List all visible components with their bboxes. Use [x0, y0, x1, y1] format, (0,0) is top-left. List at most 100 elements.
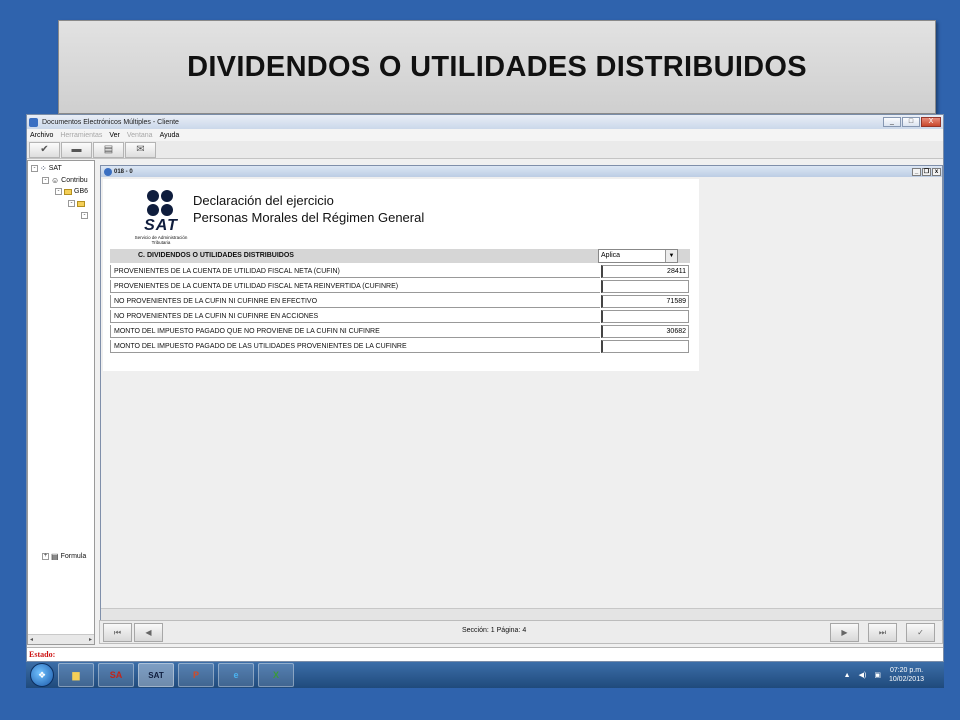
child-window-controls: _ ❐ x [912, 167, 941, 176]
aplica-select[interactable]: Aplica ▼ [598, 249, 678, 263]
tree-item-formularios[interactable]: + ▤ Formula [42, 552, 86, 561]
user-icon: ☺ [51, 176, 60, 185]
row-label: MONTO DEL IMPUESTO PAGADO QUE NO PROVIEN… [110, 325, 600, 338]
collapse-icon[interactable]: - [55, 188, 62, 195]
slide-title: DIVIDENDOS O UTILIDADES DISTRIBUIDOS [187, 50, 807, 83]
taskbar-explorer[interactable]: ▆ [58, 663, 94, 687]
first-page-button[interactable]: ⏮ [103, 623, 132, 642]
app-icon [29, 117, 38, 127]
checkmark-icon: ✓ [917, 628, 924, 637]
sat-app-icon: SAT [148, 670, 164, 680]
network-icon[interactable]: ▣ [874, 671, 881, 679]
toolbar: ✔ ▬ ▤ ✉ [27, 141, 943, 159]
printer-icon: ▬ [71, 144, 82, 155]
form-row: MONTO DEL IMPUESTO PAGADO DE LAS UTILIDA… [110, 340, 690, 355]
app-window: Documentos Electrónicos Múltiples - Clie… [26, 114, 944, 662]
form-row: PROVENIENTES DE LA CUENTA DE UTILIDAD FI… [110, 280, 690, 295]
tree-item-sat[interactable]: - ⁘ SAT [31, 164, 62, 173]
next-page-button[interactable]: ▶ [830, 623, 859, 642]
menu-ayuda[interactable]: Ayuda [160, 132, 180, 139]
start-button[interactable]: ❖ [30, 663, 54, 687]
expand-icon[interactable]: + [42, 553, 49, 560]
form-row: PROVENIENTES DE LA CUENTA DE UTILIDAD FI… [110, 265, 690, 280]
value-field-acciones[interactable] [601, 310, 689, 323]
maximize-button[interactable]: □ [902, 117, 920, 127]
form-icon: ▤ [51, 552, 59, 561]
validate-button[interactable]: ✔ [29, 141, 60, 158]
child-titlebar[interactable]: 018 - 0 _ ❐ x [101, 166, 942, 177]
menu-ver[interactable]: Ver [109, 132, 120, 139]
taskbar-sa-app[interactable]: SA [98, 663, 134, 687]
collapse-icon[interactable]: - [31, 165, 38, 172]
document-icon: ▤ [103, 144, 114, 155]
last-page-button[interactable]: ⏭ [868, 623, 897, 642]
menu-archivo[interactable]: Archivo [30, 132, 53, 139]
taskbar-sat-app[interactable]: SAT [138, 663, 174, 687]
child-close-button[interactable]: x [932, 167, 941, 176]
child-restore-button[interactable]: ❐ [922, 167, 931, 176]
slide-title-banner: DIVIDENDOS O UTILIDADES DISTRIBUIDOS [58, 20, 936, 114]
collapse-icon[interactable]: - [81, 212, 88, 219]
checkmark-icon: ✔ [40, 144, 49, 155]
page-navigation-bar: ⏮ ◀ Sección: 1 Página: 4 ▶ ⏭ ✓ [99, 620, 943, 644]
window-controls: _ □ X [883, 117, 941, 127]
sat-node-icon: ⁘ [40, 164, 47, 173]
internet-explorer-icon: e [233, 670, 239, 680]
folder-icon [77, 200, 85, 207]
declaration-window: 018 - 0 _ ❐ x SAT Servicio de Administra… [100, 165, 943, 621]
tree-item-gb6[interactable]: - GB6 [55, 188, 88, 195]
show-hidden-icons-icon[interactable]: ▲ [844, 672, 851, 679]
app-titlebar[interactable]: Documentos Electrónicos Múltiples - Clie… [27, 115, 943, 129]
first-page-icon: ⏮ [113, 628, 122, 637]
aplica-select-value: Aplica [601, 252, 621, 259]
menu-herramientas: Herramientas [60, 131, 103, 139]
taskbar-internet-explorer[interactable]: e [218, 663, 254, 687]
scroll-right-icon[interactable]: ▸ [89, 636, 92, 643]
tree-item-contribuyente[interactable]: - ☺ Contribu [42, 176, 88, 185]
taskbar-powerpoint[interactable]: P [178, 663, 214, 687]
value-field-impuesto-no-cufin[interactable]: 30682 [601, 325, 689, 338]
section-page-indicator: Sección: 1 Página: 4 [462, 627, 527, 634]
row-label: MONTO DEL IMPUESTO PAGADO DE LAS UTILIDA… [110, 340, 600, 353]
previous-page-button[interactable]: ◀ [134, 623, 163, 642]
value-field-cufin[interactable]: 28411 [601, 265, 689, 278]
value-field-impuesto-cufinre[interactable] [601, 340, 689, 353]
document-button[interactable]: ▤ [93, 141, 124, 158]
system-tray: ▲ ◀) ▣ 07:20 p.m. 10/02/2013 [844, 666, 944, 684]
sat-logo-dots-icon [147, 190, 193, 216]
declaration-heading: Declaración del ejercicio Personas Moral… [193, 192, 424, 226]
value-field-cufinre[interactable] [601, 280, 689, 293]
print-button[interactable]: ▬ [61, 141, 92, 158]
system-clock[interactable]: 07:20 p.m. 10/02/2013 [889, 666, 924, 684]
tree-item-label: Formula [60, 553, 87, 560]
tree-scrollbar[interactable]: ◂ ▸ [28, 634, 94, 644]
folder-icon [64, 188, 72, 195]
collapse-icon[interactable]: - [68, 200, 75, 207]
declaration-heading-line2: Personas Morales del Régimen General [193, 210, 425, 225]
row-label: PROVENIENTES DE LA CUENTA DE UTILIDAD FI… [110, 265, 600, 278]
tree-item-document[interactable]: - [81, 212, 88, 219]
menu-bar: Archivo Herramientas Ver Ventana Ayuda [27, 129, 943, 141]
row-label: NO PROVENIENTES DE LA CUFIN NI CUFINRE E… [110, 310, 600, 323]
excel-icon: X [272, 670, 279, 680]
app-title: Documentos Electrónicos Múltiples - Clie… [42, 118, 179, 126]
tree-item-label: GB6 [74, 188, 89, 195]
finish-button[interactable]: ✓ [906, 623, 935, 642]
collapse-icon[interactable]: - [42, 177, 49, 184]
scroll-left-icon[interactable]: ◂ [30, 636, 33, 643]
value-field-efectivo[interactable]: 71589 [601, 295, 689, 308]
child-minimize-button[interactable]: _ [912, 167, 921, 176]
dividend-rows: PROVENIENTES DE LA CUENTA DE UTILIDAD FI… [110, 265, 690, 355]
windows-taskbar: ❖ ▆ SA SAT P e X ▲ ◀) ▣ 07:20 p.m. 10/02… [26, 662, 944, 688]
send-button[interactable]: ✉ [125, 141, 156, 158]
taskbar-excel[interactable]: X [258, 663, 294, 687]
close-button[interactable]: X [921, 117, 941, 127]
last-page-icon: ⏭ [878, 628, 887, 637]
chevron-down-icon[interactable]: ▼ [665, 250, 677, 262]
powerpoint-icon: P [192, 670, 199, 680]
tree-item-folder[interactable]: - [68, 200, 85, 207]
row-label: PROVENIENTES DE LA CUENTA DE UTILIDAD FI… [110, 280, 600, 293]
child-window-icon [104, 167, 112, 176]
minimize-button[interactable]: _ [883, 117, 901, 127]
volume-icon[interactable]: ◀) [859, 671, 867, 679]
